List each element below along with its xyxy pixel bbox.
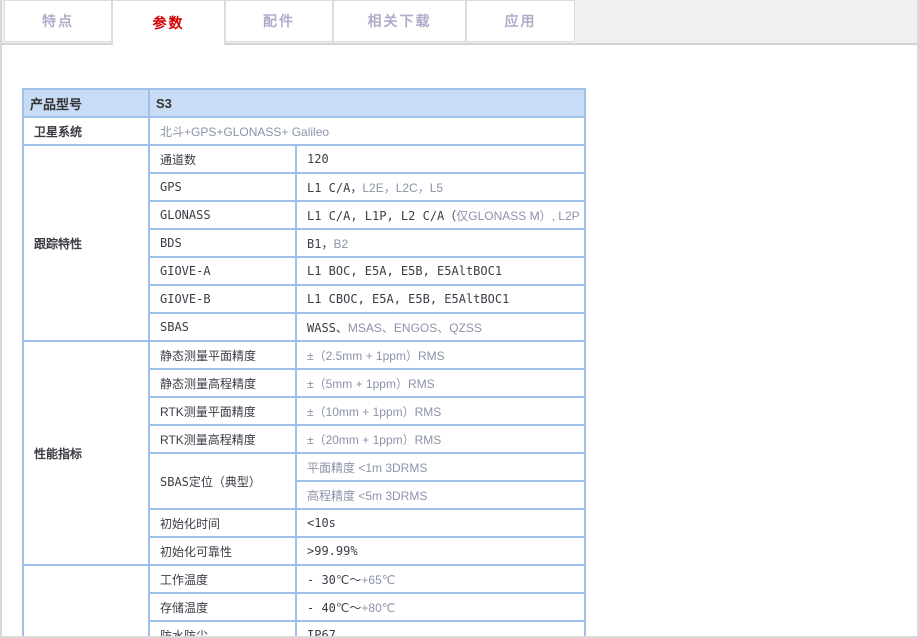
- spec-value: 北斗+GPS+GLONASS+ Galileo: [149, 117, 585, 145]
- table-row: 工作温度- 30℃～+65℃: [23, 565, 585, 593]
- spec-name: 初始化可靠性: [149, 537, 296, 565]
- value-text: ±（10mm + 1ppm）RMS: [307, 405, 441, 419]
- spec-value: 平面精度 <1m 3DRMS: [296, 453, 585, 481]
- product-model-value: S3: [149, 89, 585, 117]
- spec-value: L1 CBOC, E5A, E5B, E5AltBOC1: [296, 285, 585, 313]
- tab-downloads[interactable]: 相关下载: [333, 0, 466, 42]
- spec-value: L1 C/A, L1P, L2 C/A（仅GLONASS M）, L2P: [296, 201, 585, 229]
- spec-value: ±（20mm + 1ppm）RMS: [296, 425, 585, 453]
- table-row: 性能指标静态测量平面精度±（2.5mm + 1ppm）RMS: [23, 341, 585, 369]
- spec-table: 产品型号S3卫星系统北斗+GPS+GLONASS+ Galileo跟踪特性通道数…: [22, 88, 586, 638]
- spec-name: BDS: [149, 229, 296, 257]
- spec-value: WASS、MSAS、ENGOS、QZSS: [296, 313, 585, 341]
- value-text: +65℃: [361, 573, 395, 587]
- value-text: - 30℃～: [307, 573, 361, 587]
- tab-features[interactable]: 特点: [4, 0, 112, 42]
- spec-value: L1 C/A，L2E，L2C，L5: [296, 173, 585, 201]
- value-text: L1 C/A, L1P, L2 C/A（: [307, 209, 456, 223]
- spec-value: ±（2.5mm + 1ppm）RMS: [296, 341, 585, 369]
- spec-value: ±（10mm + 1ppm）RMS: [296, 397, 585, 425]
- value-text: WASS、: [307, 321, 348, 335]
- value-text: 仅GLONASS M）, L2P: [456, 209, 579, 223]
- spec-name: 存储温度: [149, 593, 296, 621]
- value-text: L1 C/A，: [307, 181, 362, 195]
- spec-value: - 40℃～+80℃: [296, 593, 585, 621]
- section-label: 性能指标: [23, 341, 149, 565]
- tab-bar: 特点 参数 配件 相关下载 应用: [2, 0, 917, 45]
- tab-applications[interactable]: 应用: [466, 0, 575, 42]
- spec-name: 工作温度: [149, 565, 296, 593]
- tab-content-area: 产品型号S3卫星系统北斗+GPS+GLONASS+ Galileo跟踪特性通道数…: [2, 88, 917, 638]
- spec-value: 高程精度 <5m 3DRMS: [296, 481, 585, 509]
- spec-name: 静态测量高程精度: [149, 369, 296, 397]
- value-text: L1 BOC, E5A, E5B, E5AltBOC1: [307, 264, 502, 278]
- value-text: >99.99%: [307, 544, 358, 558]
- table-row-product: 产品型号S3: [23, 89, 585, 117]
- spec-name: RTK测量高程精度: [149, 425, 296, 453]
- value-text: MSAS、ENGOS、QZSS: [348, 321, 482, 335]
- spec-name: RTK测量平面精度: [149, 397, 296, 425]
- spec-name: 初始化时间: [149, 509, 296, 537]
- product-model-label: 产品型号: [23, 89, 149, 117]
- value-text: 平面精度 <1m 3DRMS: [307, 461, 427, 475]
- tab-accessories[interactable]: 配件: [225, 0, 333, 42]
- value-text: 高程精度 <5m 3DRMS: [307, 489, 427, 503]
- value-text: 120: [307, 152, 329, 166]
- value-text: B1，: [307, 237, 333, 251]
- spec-name: GIOVE-A: [149, 257, 296, 285]
- spec-value: B1，B2: [296, 229, 585, 257]
- value-text: L2E，L2C，L5: [362, 181, 443, 195]
- value-text: ±（20mm + 1ppm）RMS: [307, 433, 441, 447]
- spec-value: L1 BOC, E5A, E5B, E5AltBOC1: [296, 257, 585, 285]
- spec-name: GPS: [149, 173, 296, 201]
- spec-name: 通道数: [149, 145, 296, 173]
- value-text: B2: [333, 237, 348, 251]
- section-label: [23, 565, 149, 638]
- value-text: +80℃: [361, 601, 395, 615]
- value-text: - 40℃～: [307, 601, 361, 615]
- spec-name: SBAS定位（典型）: [149, 453, 296, 509]
- spec-value: ±（5mm + 1ppm）RMS: [296, 369, 585, 397]
- spec-value: 120: [296, 145, 585, 173]
- value-text: ±（5mm + 1ppm）RMS: [307, 377, 435, 391]
- spec-name: SBAS: [149, 313, 296, 341]
- table-row: 跟踪特性通道数120: [23, 145, 585, 173]
- spec-value: >99.99%: [296, 537, 585, 565]
- table-row: 卫星系统北斗+GPS+GLONASS+ Galileo: [23, 117, 585, 145]
- tab-parameters[interactable]: 参数: [112, 0, 225, 45]
- spec-table-body: 产品型号S3卫星系统北斗+GPS+GLONASS+ Galileo跟踪特性通道数…: [23, 89, 585, 638]
- spec-name: GLONASS: [149, 201, 296, 229]
- spec-name: 静态测量平面精度: [149, 341, 296, 369]
- value-text: ±（2.5mm + 1ppm）RMS: [307, 349, 445, 363]
- product-spec-page: 特点 参数 配件 相关下载 应用 产品型号S3卫星系统北斗+GPS+GLONAS…: [0, 0, 919, 638]
- spec-value: <10s: [296, 509, 585, 537]
- section-label: 跟踪特性: [23, 145, 149, 341]
- value-text: L1 CBOC, E5A, E5B, E5AltBOC1: [307, 292, 509, 306]
- value-text: 北斗+GPS+GLONASS+ Galileo: [160, 125, 329, 139]
- section-label: 卫星系统: [23, 117, 149, 145]
- value-text: <10s: [307, 516, 336, 530]
- spec-value: - 30℃～+65℃: [296, 565, 585, 593]
- spec-name: GIOVE-B: [149, 285, 296, 313]
